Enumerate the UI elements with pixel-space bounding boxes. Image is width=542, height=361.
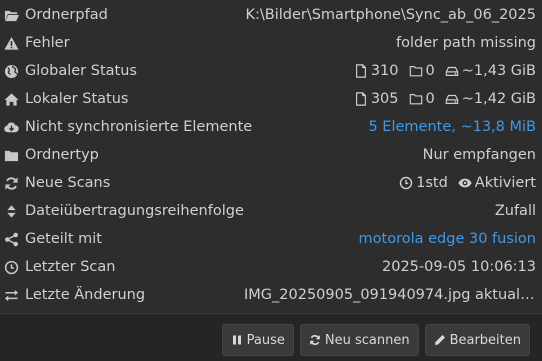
local-dir-count: 0: [409, 91, 435, 107]
row-local-status: Lokaler Status 305 0 ~1,42 GiB: [0, 85, 542, 113]
out-of-sync-link[interactable]: 5 Elemente, ~13,8 MiB: [368, 119, 536, 135]
folder-outline-icon: [409, 94, 422, 105]
row-folder-type: Ordnertyp Nur empfangen: [0, 141, 542, 169]
row-label: Globaler Status: [25, 63, 137, 79]
rescans-value: 1std Aktiviert: [393, 175, 536, 191]
row-label: Ordnerpfad: [25, 7, 108, 23]
row-rescans: Neue Scans 1std Aktiviert: [0, 169, 542, 197]
row-label: Geteilt mit: [25, 231, 102, 247]
refresh-icon: [309, 335, 320, 345]
warning-icon: [3, 35, 19, 51]
row-label: Dateiübertragungsreihenfolge: [25, 203, 244, 219]
shared-with-link[interactable]: motorola edge 30 fusion: [359, 231, 536, 247]
pause-button[interactable]: Pause: [221, 324, 294, 356]
globe-icon: [3, 63, 19, 79]
row-error: Fehler folder path missing: [0, 29, 542, 57]
folder-outline-icon: [409, 66, 422, 77]
row-global-status: Globaler Status 310 0 ~1,43 GiB: [0, 57, 542, 85]
folder-path-value: K:\Bilder\Smartphone\Sync_ab_06_2025: [245, 7, 536, 23]
folder-icon: [3, 147, 19, 163]
global-status-value: 310 0 ~1,43 GiB: [348, 63, 536, 79]
hdd-icon: [445, 94, 458, 104]
row-pull-order: Dateiübertragungsreihenfolge Zufall: [0, 197, 542, 225]
row-latest-change: Letzte Änderung IMG_20250905_091940974.j…: [0, 281, 542, 309]
panel-footer: Pause Neu scannen Bearbeiten: [0, 313, 542, 361]
global-dir-count: 0: [409, 63, 435, 79]
local-file-count: 305: [354, 91, 399, 107]
rescan-interval: 1std: [399, 175, 448, 191]
eye-icon: [458, 178, 472, 188]
row-label: Ordnertyp: [25, 147, 99, 163]
exchange-icon: [3, 287, 19, 303]
refresh-icon: [3, 175, 19, 191]
row-label: Lokaler Status: [25, 91, 129, 107]
sort-icon: [3, 203, 19, 219]
pencil-icon: [434, 335, 445, 345]
clock-icon: [399, 176, 413, 190]
folder-details-panel: Ordnerpfad K:\Bilder\Smartphone\Sync_ab_…: [0, 0, 542, 361]
global-size: ~1,43 GiB: [445, 63, 536, 79]
last-scan-value: 2025-09-05 10:06:13: [382, 259, 536, 275]
edit-button[interactable]: Bearbeiten: [424, 324, 530, 356]
row-folder-path: Ordnerpfad K:\Bilder\Smartphone\Sync_ab_…: [0, 1, 542, 29]
pause-icon: [232, 335, 241, 345]
row-label: Fehler: [25, 35, 70, 51]
file-icon: [355, 92, 366, 106]
file-icon: [355, 64, 366, 78]
hdd-icon: [445, 66, 458, 76]
row-last-scan: Letzter Scan 2025-09-05 10:06:13: [0, 253, 542, 281]
watcher-status: Aktiviert: [458, 175, 536, 191]
global-file-count: 310: [354, 63, 399, 79]
local-status-value: 305 0 ~1,42 GiB: [348, 91, 536, 107]
row-label: Letzte Änderung: [25, 287, 146, 303]
row-shared-with: Geteilt mit motorola edge 30 fusion: [0, 225, 542, 253]
share-icon: [3, 231, 19, 247]
row-out-of-sync: Nicht synchronisierte Elemente 5 Element…: [0, 113, 542, 141]
error-value: folder path missing: [396, 35, 536, 51]
folder-open-icon: [3, 7, 19, 23]
pull-order-value: Zufall: [494, 203, 536, 219]
home-icon: [3, 91, 19, 107]
rescan-button[interactable]: Neu scannen: [299, 324, 419, 356]
row-label: Nicht synchronisierte Elemente: [25, 119, 253, 135]
cloud-download-icon: [3, 119, 19, 135]
folder-type-value: Nur empfangen: [422, 147, 536, 163]
latest-change-value: IMG_20250905_091940974.jpg aktualisi...: [244, 287, 536, 303]
local-size: ~1,42 GiB: [445, 91, 536, 107]
row-label: Neue Scans: [25, 175, 111, 191]
row-label: Letzter Scan: [25, 259, 116, 275]
clock-icon: [3, 259, 19, 275]
